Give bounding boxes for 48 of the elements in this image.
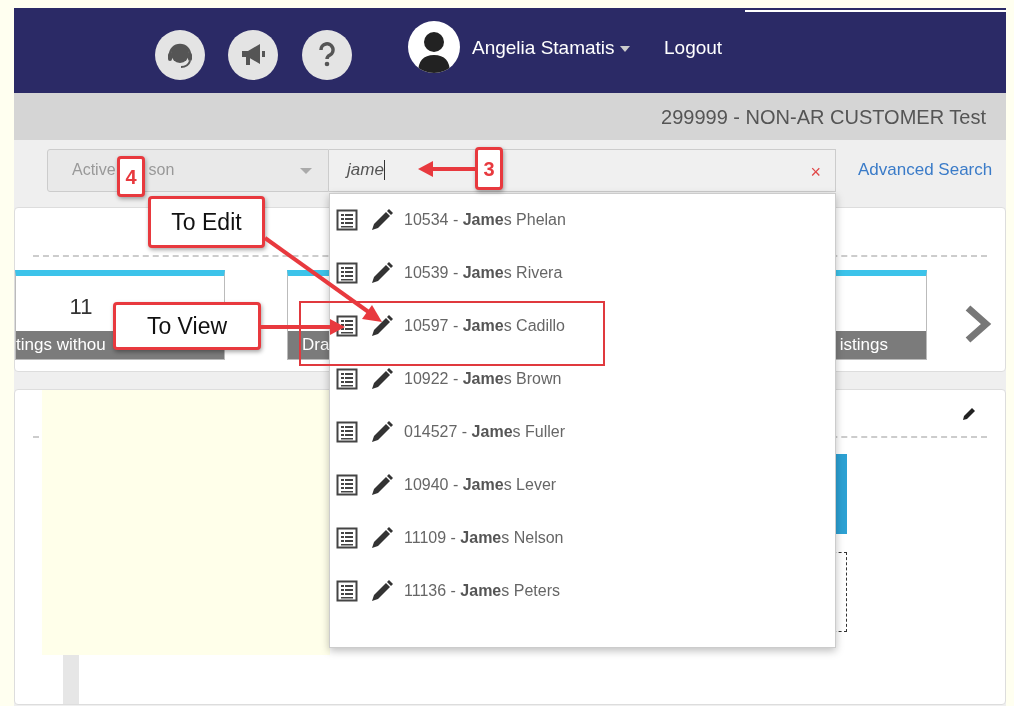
headset-icon[interactable]	[155, 30, 205, 80]
callout-arrow	[418, 161, 475, 177]
pencil-icon[interactable]	[370, 207, 394, 232]
result-text[interactable]: 10940 - James Lever	[404, 472, 557, 497]
tile-label: Dra	[302, 335, 330, 354]
callout-label: To View	[113, 302, 261, 350]
list-icon[interactable]	[336, 208, 358, 231]
caret-icon	[300, 167, 312, 174]
list-icon[interactable]	[336, 420, 358, 443]
result-text[interactable]: 10534 - James Phelan	[404, 207, 566, 232]
pencil-icon[interactable]	[370, 578, 394, 603]
caret-icon	[619, 46, 630, 52]
callout-label: To Edit	[148, 196, 265, 248]
filter-text: son	[148, 160, 175, 180]
pencil-icon[interactable]	[370, 419, 394, 444]
megaphone-icon[interactable]	[228, 30, 278, 80]
step-number: 3	[475, 147, 503, 190]
tile-label: istings	[839, 335, 888, 354]
help-icon[interactable]	[302, 30, 352, 80]
pencil-icon[interactable]	[370, 366, 394, 391]
result-text[interactable]: 014527 - James Fuller	[404, 419, 565, 444]
pencil-icon[interactable]	[370, 260, 394, 285]
pencil-icon[interactable]	[370, 313, 394, 338]
list-icon[interactable]	[336, 314, 358, 337]
result-text[interactable]: 11136 - James Peters	[404, 578, 560, 603]
step-number: 4	[117, 156, 145, 197]
advanced-search-link[interactable]: Advanced Search	[858, 157, 993, 183]
list-icon[interactable]	[336, 367, 358, 390]
pencil-icon[interactable]	[370, 472, 394, 497]
result-text[interactable]: 10597 - James Cadillo	[404, 313, 565, 338]
search-text: jame	[347, 159, 384, 182]
list-icon[interactable]	[336, 526, 358, 549]
avatar-icon[interactable]	[408, 21, 460, 73]
clear-icon[interactable]: ×	[810, 158, 821, 186]
pencil-icon[interactable]	[961, 406, 977, 422]
tile-label: tings withou	[16, 335, 106, 354]
result-text[interactable]: 11109 - James Nelson	[404, 525, 564, 550]
result-text[interactable]: 10539 - James Rivera	[404, 260, 563, 285]
logout-link[interactable]: Logout	[664, 34, 723, 63]
tile-count: 11	[68, 293, 94, 321]
pencil-icon[interactable]	[370, 525, 394, 550]
customer-title: 299999 - NON-AR CUSTOMER Test	[661, 104, 986, 130]
filter-text: Active	[72, 160, 116, 180]
list-icon[interactable]	[336, 579, 358, 602]
result-text[interactable]: 10922 - James Brown	[404, 366, 562, 391]
list-icon[interactable]	[336, 473, 358, 496]
user-menu[interactable]: Angelia Stamatis	[472, 34, 630, 63]
list-icon[interactable]	[336, 261, 358, 284]
